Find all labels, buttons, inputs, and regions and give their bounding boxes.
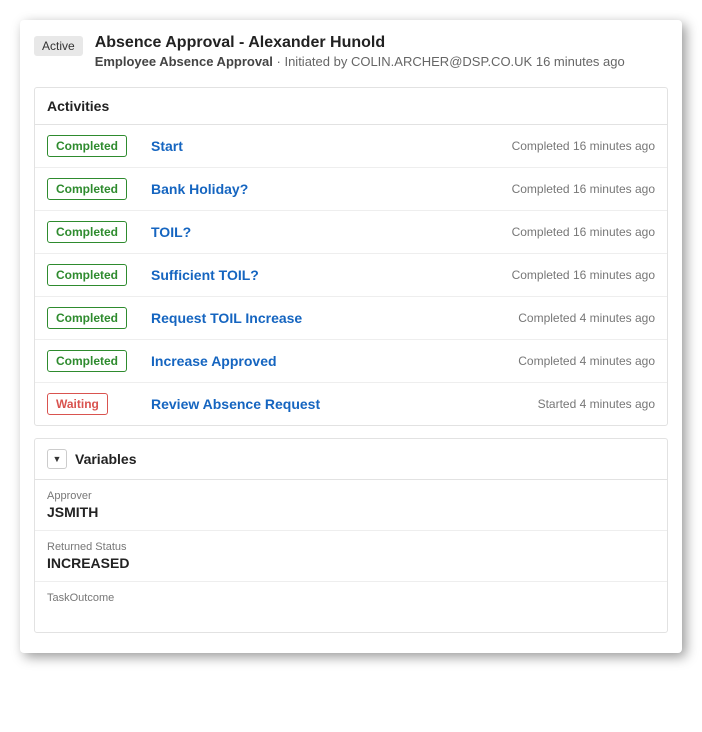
instance-header: Active Absence Approval - Alexander Huno… — [34, 34, 668, 87]
activity-time: Completed 16 minutes ago — [512, 268, 655, 282]
variable-row: Returned Status INCREASED — [35, 531, 667, 582]
activity-link[interactable]: Request TOIL Increase — [151, 310, 504, 326]
variables-header[interactable]: ▼ Variables — [35, 439, 667, 480]
activities-list: CompletedStartCompleted 16 minutes agoCo… — [35, 125, 667, 425]
activity-link[interactable]: TOIL? — [151, 224, 498, 240]
initiated-time: 16 minutes ago — [532, 54, 625, 69]
activity-row: Completed Start Completed 16 minutes ago — [35, 125, 667, 168]
variable-label: Returned Status — [47, 541, 655, 553]
activity-status-badge: Completed — [47, 178, 127, 200]
instance-header-text: Absence Approval - Alexander Hunold Empl… — [95, 34, 668, 69]
activity-row: Completed Request TOIL Increase Completed … — [35, 297, 667, 340]
activity-status-badge: Completed — [47, 135, 127, 157]
initiated-separator: · Initiated by — [273, 54, 351, 69]
instance-title: Absence Approval - Alexander Hunold — [95, 34, 668, 52]
activity-row: Waiting Review Absence Request Started 4 m… — [35, 383, 667, 425]
activity-time: Completed 4 minutes ago — [518, 311, 655, 325]
activity-link[interactable]: Sufficient TOIL? — [151, 267, 498, 283]
variable-row: TaskOutcome — [35, 582, 667, 632]
variable-row: Approver JSMITH — [35, 480, 667, 531]
activity-row: Completed Sufficient TOIL? Completed 16 mi… — [35, 254, 667, 297]
activities-header: Activities — [35, 88, 667, 125]
activity-row: Completed Bank Holiday? Completed 16 minut… — [35, 168, 667, 211]
activity-link[interactable]: Start — [151, 138, 498, 154]
activity-link[interactable]: Increase Approved — [151, 353, 504, 369]
activity-row: Completed Increase Approved Completed 4 mi… — [35, 340, 667, 383]
activities-section: Activities Completed Start Completed 16 mi… — [34, 87, 668, 426]
instance-subtitle: Employee Absence Approval · Initiated by… — [95, 54, 668, 69]
variable-label: TaskOutcome — [47, 592, 655, 604]
activity-time: Completed 16 minutes ago — [512, 182, 655, 196]
variables-section: ▼ Variables Approver JSMITH Returned Statu… — [34, 438, 668, 633]
activity-status-badge: Completed — [47, 307, 127, 329]
activity-status-badge: Completed — [47, 264, 127, 286]
activity-time: Started 4 minutes ago — [538, 397, 655, 411]
variable-value: INCREASED — [47, 555, 655, 571]
variable-value — [47, 606, 655, 622]
chevron-down-icon[interactable]: ▼ — [47, 449, 67, 469]
activity-status-badge: Completed — [47, 350, 127, 372]
activity-time: Completed 4 minutes ago — [518, 354, 655, 368]
variable-label: Approver — [47, 490, 655, 502]
activity-time: Completed 16 minutes ago — [512, 225, 655, 239]
activity-link[interactable]: Bank Holiday? — [151, 181, 498, 197]
activity-status-badge: Completed — [47, 221, 127, 243]
variables-title: Variables — [75, 451, 137, 467]
workflow-name: Employee Absence Approval — [95, 54, 273, 69]
variable-value: JSMITH — [47, 504, 655, 520]
workflow-instance-panel: Active Absence Approval - Alexander Huno… — [20, 20, 682, 653]
activity-link[interactable]: Review Absence Request — [151, 396, 524, 412]
activity-row: Completed TOIL? Completed 16 minutes ago — [35, 211, 667, 254]
variables-list: Approver JSMITH Returned Status INCREASED Ta… — [35, 480, 667, 632]
initiated-by: COLIN.ARCHER@DSP.CO.UK — [351, 54, 532, 69]
instance-status-badge: Active — [34, 36, 83, 56]
activity-time: Completed 16 minutes ago — [512, 139, 655, 153]
activity-status-badge: Waiting — [47, 393, 108, 415]
